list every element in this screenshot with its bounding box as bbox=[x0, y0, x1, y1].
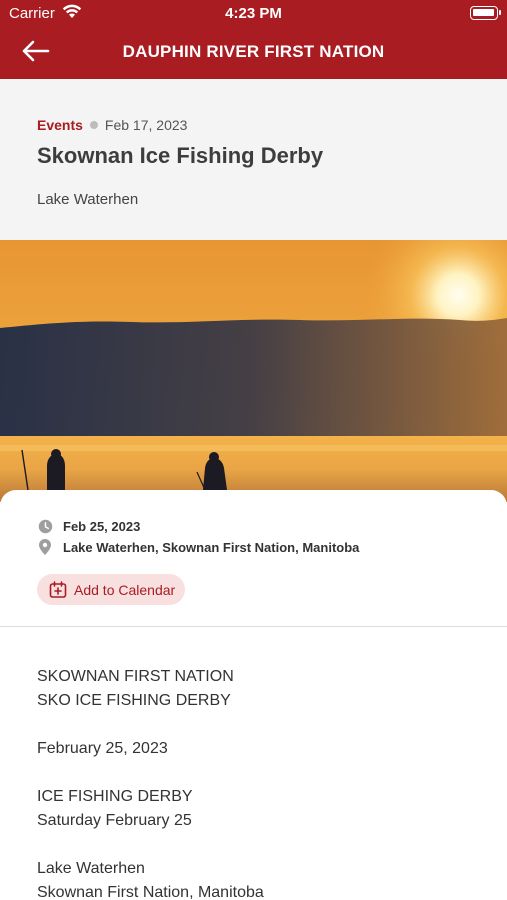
event-date: Feb 25, 2023 bbox=[63, 518, 141, 534]
description-line: February 25, 2023 bbox=[37, 740, 168, 757]
description-paragraph: February 25, 2023 bbox=[37, 737, 264, 761]
description-line: SKOWNAN FIRST NATION bbox=[37, 668, 234, 685]
status-time: 4:23 PM bbox=[225, 5, 282, 22]
app-header: Carrier 4:23 PM DAUPHIN RIVER FIRST NATI… bbox=[0, 0, 507, 79]
post-subtitle: Lake Waterhen bbox=[37, 191, 139, 208]
description-paragraph: Lake Waterhen Skownan First Nation, Mani… bbox=[37, 857, 264, 900]
add-to-calendar-button[interactable]: Add to Calendar bbox=[37, 574, 186, 605]
add-to-calendar-label: Add to Calendar bbox=[74, 581, 176, 598]
description-line: SKO ICE FISHING DERBY bbox=[37, 692, 231, 709]
category-link[interactable]: Events bbox=[37, 117, 83, 133]
description-line: Lake Waterhen bbox=[37, 860, 145, 877]
status-bar: Carrier 4:23 PM bbox=[0, 0, 507, 28]
post-header: Events Feb 17, 2023 Skownan Ice Fishing … bbox=[0, 79, 507, 240]
separator-dot bbox=[89, 121, 98, 129]
event-description: SKOWNAN FIRST NATION SKO ICE FISHING DER… bbox=[37, 665, 264, 900]
post-title: Skownan Ice Fishing Derby bbox=[37, 143, 324, 168]
description-paragraph: ICE FISHING DERBY Saturday February 25 bbox=[37, 785, 264, 833]
description-line: Skownan First Nation, Manitoba bbox=[37, 884, 264, 900]
divider bbox=[0, 626, 507, 627]
calendar-plus-icon bbox=[49, 580, 67, 599]
event-details-card: Feb 25, 2023 Lake Waterhen, Skownan Firs… bbox=[0, 490, 507, 900]
location-pin-icon bbox=[37, 539, 53, 555]
hero-image bbox=[0, 240, 507, 502]
description-paragraph: SKOWNAN FIRST NATION SKO ICE FISHING DER… bbox=[37, 665, 264, 713]
post-date: Feb 17, 2023 bbox=[104, 117, 188, 133]
event-location: Lake Waterhen, Skownan First Nation, Man… bbox=[63, 539, 360, 555]
event-location-row: Lake Waterhen, Skownan First Nation, Man… bbox=[37, 539, 359, 555]
battery-icon bbox=[470, 6, 501, 20]
sunset-ice-fishing-photo bbox=[0, 240, 507, 502]
clock-icon bbox=[37, 518, 53, 534]
post-meta: Events Feb 17, 2023 bbox=[37, 117, 187, 133]
header-title: DAUPHIN RIVER FIRST NATION bbox=[122, 42, 385, 61]
event-date-row: Feb 25, 2023 bbox=[37, 518, 140, 534]
description-line: ICE FISHING DERBY bbox=[37, 788, 193, 805]
description-line: Saturday February 25 bbox=[37, 812, 192, 829]
